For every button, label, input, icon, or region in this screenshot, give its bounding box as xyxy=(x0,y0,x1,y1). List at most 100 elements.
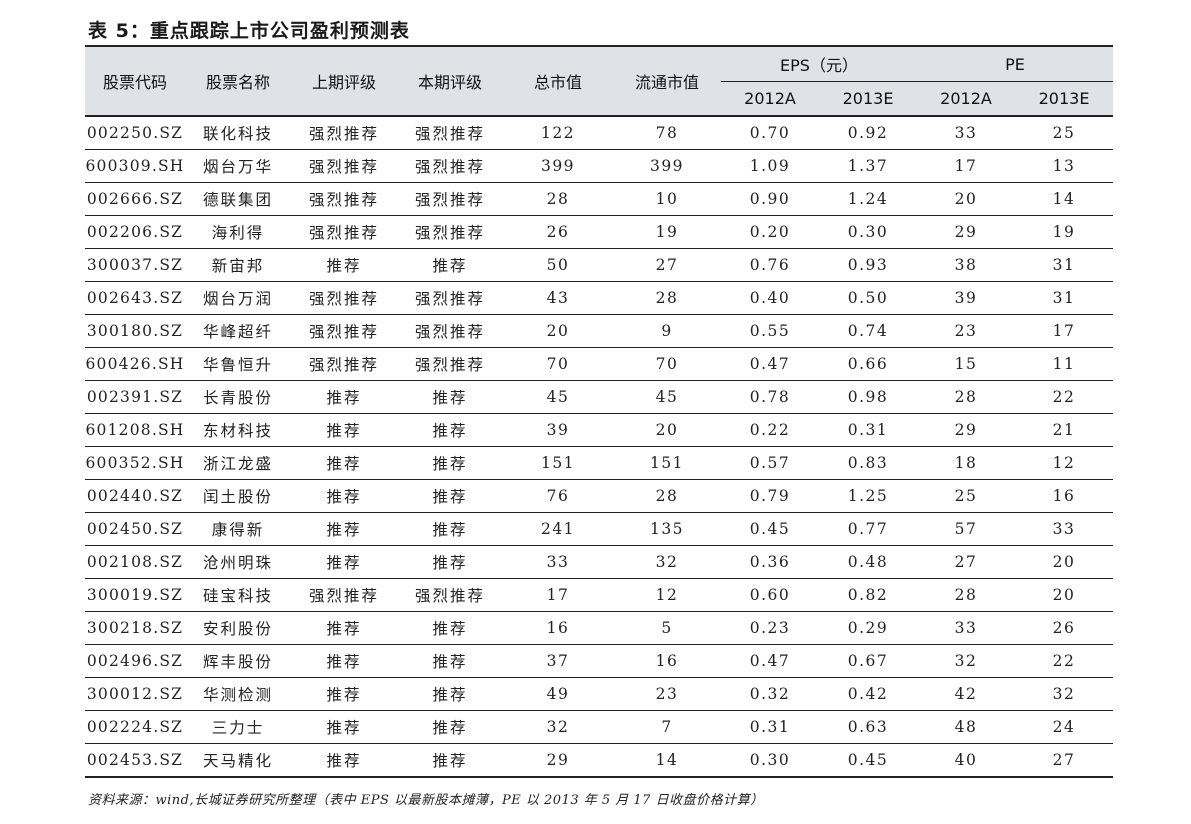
total-market-cap-cell: 20 xyxy=(503,314,613,348)
curr-rating-cell: 推荐 xyxy=(397,248,503,282)
stock-name-cell: 浙江龙盛 xyxy=(185,446,291,480)
pe-2012a-cell: 28 xyxy=(917,380,1016,414)
total-market-cap-cell: 43 xyxy=(503,281,613,315)
pe-2013e-cell: 27 xyxy=(1015,743,1114,778)
table-row: 002643.SZ 烟台万润 强烈推荐 强烈推荐 43 28 0.40 0.50 39 31 xyxy=(85,281,1114,315)
float-market-cap-cell: 28 xyxy=(613,281,721,315)
pe-2013e-cell: 22 xyxy=(1015,644,1114,678)
table-row: 002450.SZ 康得新 推荐 推荐 241 135 0.45 0.77 57 33 xyxy=(85,512,1114,546)
pe-2012a-cell: 23 xyxy=(917,314,1016,348)
pe-2012a-cell: 27 xyxy=(917,545,1016,579)
stock-code-cell: 002391.SZ xyxy=(85,380,185,414)
header-stock-code: 股票代码 xyxy=(85,45,185,117)
stock-code-cell: 002440.SZ xyxy=(85,479,185,513)
prev-rating-cell: 推荐 xyxy=(291,611,397,645)
total-market-cap-cell: 39 xyxy=(503,413,613,447)
total-market-cap-cell: 29 xyxy=(503,743,613,778)
prev-rating-cell: 推荐 xyxy=(291,710,397,744)
float-market-cap-cell: 32 xyxy=(613,545,721,579)
eps-2012a-cell: 0.76 xyxy=(721,248,819,282)
table-row: 600426.SH 华鲁恒升 强烈推荐 强烈推荐 70 70 0.47 0.66 15 11 xyxy=(85,347,1114,381)
header-stock-name: 股票名称 xyxy=(185,45,291,117)
stock-name-cell: 硅宝科技 xyxy=(185,578,291,612)
stock-code-cell: 002224.SZ xyxy=(85,710,185,744)
pe-2012a-cell: 33 xyxy=(917,611,1016,645)
stock-code-cell: 002643.SZ xyxy=(85,281,185,315)
eps-2013e-cell: 0.66 xyxy=(819,347,918,381)
stock-name-cell: 华峰超纤 xyxy=(185,314,291,348)
float-market-cap-cell: 78 xyxy=(613,116,721,150)
table-row: 002108.SZ 沧州明珠 推荐 推荐 33 32 0.36 0.48 27 20 xyxy=(85,545,1114,579)
total-market-cap-cell: 399 xyxy=(503,149,613,183)
prev-rating-cell: 推荐 xyxy=(291,743,397,778)
total-market-cap-cell: 26 xyxy=(503,215,613,249)
stock-code-cell: 300180.SZ xyxy=(85,314,185,348)
pe-2012a-cell: 38 xyxy=(917,248,1016,282)
total-market-cap-cell: 76 xyxy=(503,479,613,513)
eps-2013e-cell: 0.63 xyxy=(819,710,918,744)
eps-2013e-cell: 0.83 xyxy=(819,446,918,480)
stock-code-cell: 002666.SZ xyxy=(85,182,185,216)
total-market-cap-cell: 16 xyxy=(503,611,613,645)
stock-name-cell: 海利得 xyxy=(185,215,291,249)
eps-2013e-cell: 0.30 xyxy=(819,215,918,249)
float-market-cap-cell: 135 xyxy=(613,512,721,546)
header-curr-rating: 本期评级 xyxy=(397,45,503,117)
table-row: 601208.SH 东材科技 推荐 推荐 39 20 0.22 0.31 29 21 xyxy=(85,413,1114,447)
stock-name-cell: 烟台万润 xyxy=(185,281,291,315)
pe-2013e-cell: 25 xyxy=(1015,116,1114,150)
curr-rating-cell: 推荐 xyxy=(397,545,503,579)
header-pe-2012a: 2012A xyxy=(917,81,1016,117)
eps-2012a-cell: 0.23 xyxy=(721,611,819,645)
eps-2013e-cell: 0.50 xyxy=(819,281,918,315)
stock-name-cell: 新宙邦 xyxy=(185,248,291,282)
eps-2013e-cell: 0.74 xyxy=(819,314,918,348)
eps-2013e-cell: 1.37 xyxy=(819,149,918,183)
stock-name-cell: 华鲁恒升 xyxy=(185,347,291,381)
table-row: 002391.SZ 长青股份 推荐 推荐 45 45 0.78 0.98 28 22 xyxy=(85,380,1114,414)
header-total-market-cap: 总市值 xyxy=(503,45,613,117)
float-market-cap-cell: 20 xyxy=(613,413,721,447)
curr-rating-cell: 推荐 xyxy=(397,611,503,645)
table-row: 002453.SZ 天马精化 推荐 推荐 29 14 0.30 0.45 40 27 xyxy=(85,743,1114,778)
prev-rating-cell: 强烈推荐 xyxy=(291,281,397,315)
stock-code-cell: 002450.SZ xyxy=(85,512,185,546)
curr-rating-cell: 强烈推荐 xyxy=(397,314,503,348)
pe-2012a-cell: 15 xyxy=(917,347,1016,381)
pe-2013e-cell: 14 xyxy=(1015,182,1114,216)
pe-2012a-cell: 29 xyxy=(917,413,1016,447)
curr-rating-cell: 推荐 xyxy=(397,479,503,513)
total-market-cap-cell: 122 xyxy=(503,116,613,150)
float-market-cap-cell: 10 xyxy=(613,182,721,216)
stock-code-cell: 002250.SZ xyxy=(85,116,185,150)
prev-rating-cell: 推荐 xyxy=(291,644,397,678)
curr-rating-cell: 推荐 xyxy=(397,710,503,744)
eps-2012a-cell: 0.47 xyxy=(721,347,819,381)
curr-rating-cell: 强烈推荐 xyxy=(397,215,503,249)
stock-code-cell: 600309.SH xyxy=(85,149,185,183)
float-market-cap-cell: 27 xyxy=(613,248,721,282)
pe-2012a-cell: 29 xyxy=(917,215,1016,249)
eps-2012a-cell: 0.90 xyxy=(721,182,819,216)
pe-2013e-cell: 11 xyxy=(1015,347,1114,381)
stock-code-cell: 600426.SH xyxy=(85,347,185,381)
total-market-cap-cell: 32 xyxy=(503,710,613,744)
curr-rating-cell: 强烈推荐 xyxy=(397,116,503,150)
eps-2013e-cell: 0.42 xyxy=(819,677,918,711)
prev-rating-cell: 推荐 xyxy=(291,545,397,579)
total-market-cap-cell: 49 xyxy=(503,677,613,711)
curr-rating-cell: 推荐 xyxy=(397,644,503,678)
eps-2012a-cell: 0.40 xyxy=(721,281,819,315)
float-market-cap-cell: 399 xyxy=(613,149,721,183)
eps-2013e-cell: 1.24 xyxy=(819,182,918,216)
pe-2013e-cell: 32 xyxy=(1015,677,1114,711)
stock-code-cell: 600352.SH xyxy=(85,446,185,480)
pe-2012a-cell: 42 xyxy=(917,677,1016,711)
pe-2012a-cell: 48 xyxy=(917,710,1016,744)
pe-2013e-cell: 17 xyxy=(1015,314,1114,348)
stock-name-cell: 华测检测 xyxy=(185,677,291,711)
pe-2012a-cell: 25 xyxy=(917,479,1016,513)
stock-name-cell: 三力士 xyxy=(185,710,291,744)
table-row: 002250.SZ 联化科技 强烈推荐 强烈推荐 122 78 0.70 0.92 33 25 xyxy=(85,116,1114,150)
total-market-cap-cell: 45 xyxy=(503,380,613,414)
